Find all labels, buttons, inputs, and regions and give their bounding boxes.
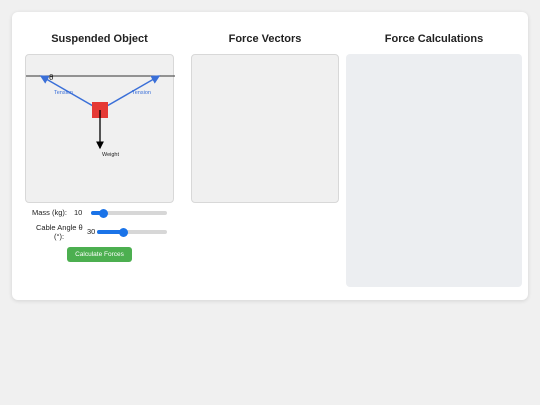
calculations-panel-title: Force Calculations <box>384 33 484 45</box>
force-vectors-canvas <box>191 54 339 203</box>
mass-slider[interactable] <box>91 208 167 218</box>
mass-slider-thumb[interactable] <box>99 208 109 218</box>
scene-panel-title: Suspended Object <box>51 33 148 45</box>
angle-value: 30 <box>87 227 96 236</box>
angle-label-line2: (°): <box>54 232 65 241</box>
mass-value: 10 <box>74 208 83 217</box>
angle-label-line1: Cable Angle θ <box>36 223 83 232</box>
force-calculations-output <box>346 54 522 287</box>
suspended-object-canvas: θ Tension Tension Weight <box>25 54 175 203</box>
mass-label: Mass (kg): <box>32 208 68 217</box>
calculate-forces-button[interactable]: Calculate Forces <box>67 247 132 262</box>
weight-label: Weight <box>102 152 119 158</box>
right-tension-label: Tension <box>132 90 151 96</box>
scene-drawing: θ Tension Tension Weight <box>26 73 175 158</box>
angle-slider-thumb[interactable] <box>119 227 129 237</box>
left-tension-label: Tension <box>54 90 73 96</box>
angle-slider[interactable] <box>97 227 167 237</box>
vectors-panel-title: Force Vectors <box>228 33 302 45</box>
angle-theta-label: θ <box>49 73 54 82</box>
